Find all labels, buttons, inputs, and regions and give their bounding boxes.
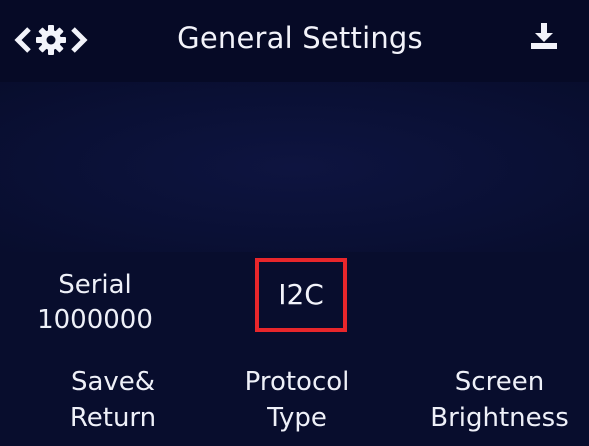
content-area xyxy=(0,82,589,252)
gear-icon xyxy=(34,23,68,57)
softkey-label: Type xyxy=(267,403,327,433)
page-title: General Settings xyxy=(177,21,423,55)
softkey-label: Save& xyxy=(70,367,156,397)
protocol-type-button[interactable]: Protocol Type xyxy=(222,364,372,436)
interface-type: Serial xyxy=(58,270,132,300)
protocol-selection-highlight[interactable]: I2C xyxy=(255,258,347,332)
save-return-button[interactable]: Save& Return xyxy=(38,364,188,436)
chevron-right-icon[interactable] xyxy=(70,25,88,55)
protocol-value: I2C xyxy=(278,278,324,311)
softkey-label: Return xyxy=(69,403,157,433)
page-navigation xyxy=(14,22,88,58)
settings-values: Serial 1000000 I2C xyxy=(0,258,589,358)
softkey-label: Screen xyxy=(454,367,545,397)
baud-rate: 1000000 xyxy=(37,305,153,335)
interface-setting-value: Serial 1000000 xyxy=(20,268,170,338)
chevron-left-icon[interactable] xyxy=(14,25,32,55)
device-screen: General Settings Serial 1000000 I2C Save… xyxy=(0,0,589,446)
screen-brightness-button[interactable]: Screen Brightness xyxy=(412,364,587,436)
title-bar: General Settings xyxy=(0,0,589,82)
download-icon[interactable] xyxy=(530,22,558,54)
softkey-label: Brightness xyxy=(430,403,569,433)
softkey-label: Protocol xyxy=(244,367,350,397)
